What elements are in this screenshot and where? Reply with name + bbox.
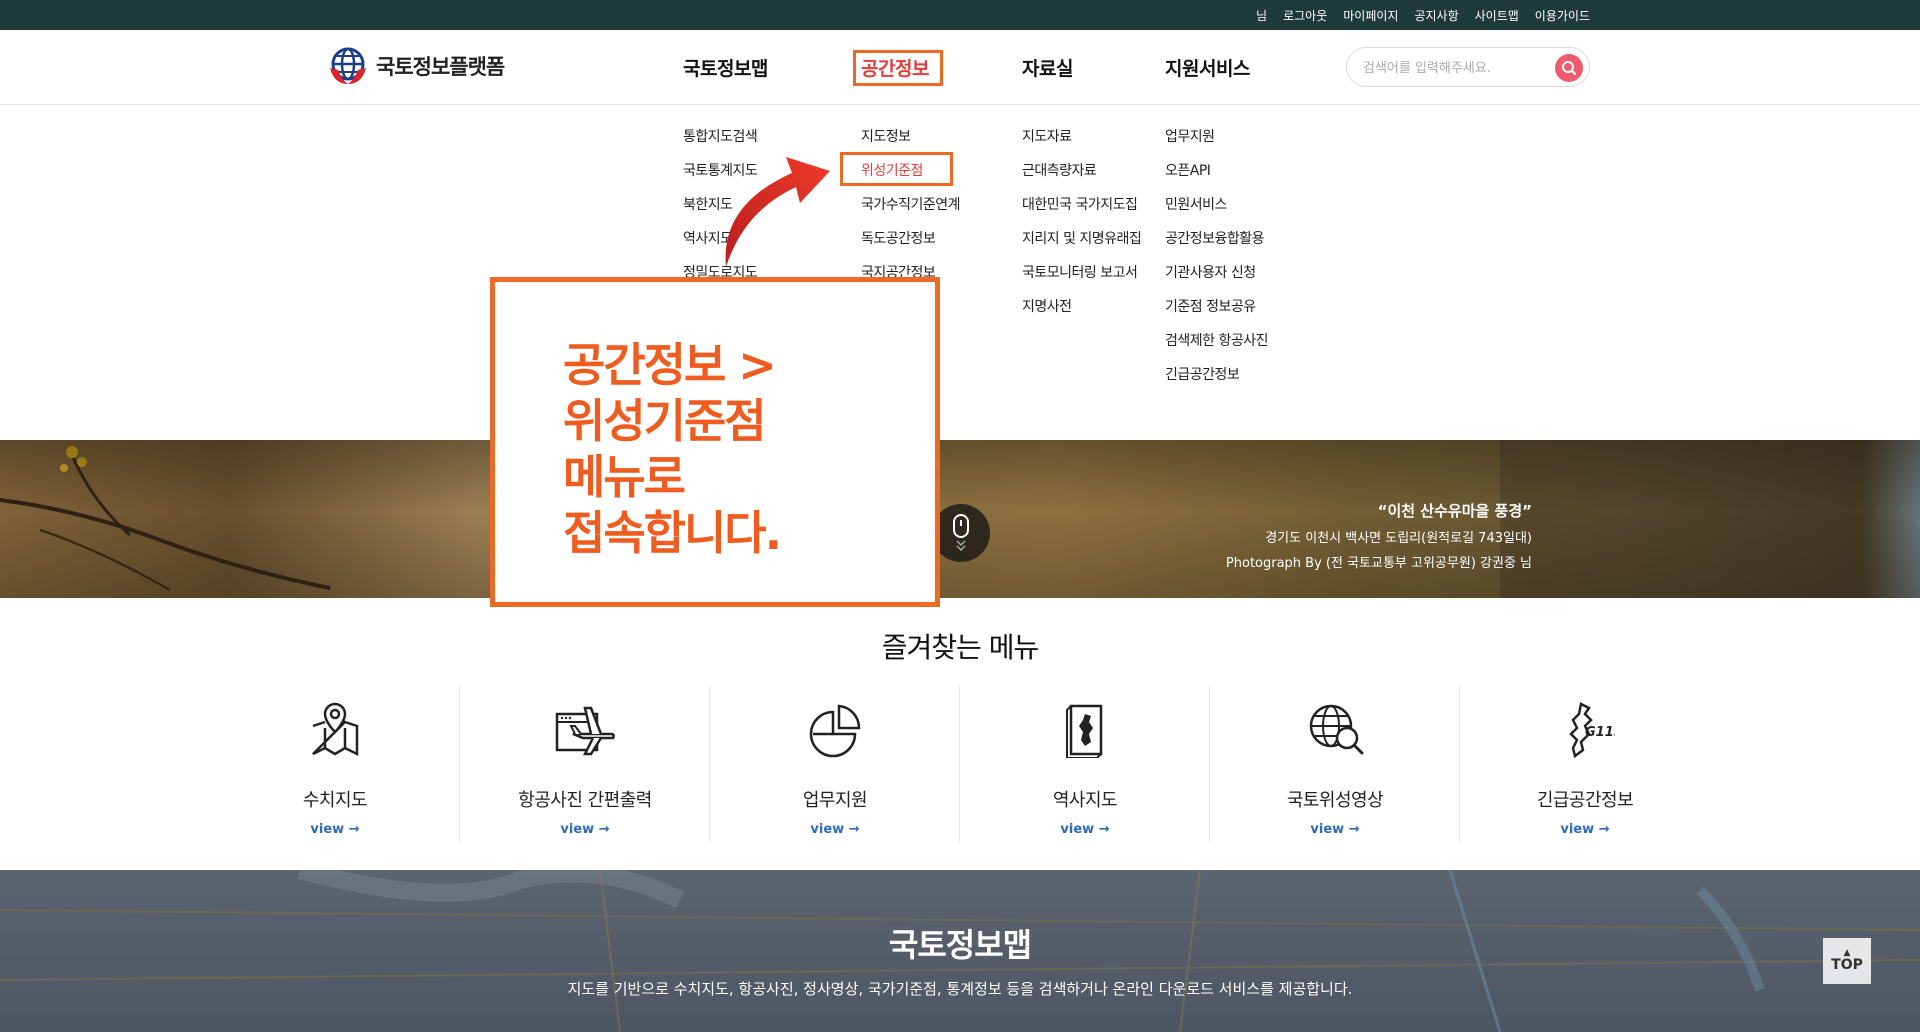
hero-caption-title: “이천 산수유마을 풍경”: [1377, 502, 1532, 520]
menu-monitoring-report[interactable]: 국토모니터링 보고서: [1022, 262, 1141, 296]
header: 국토정보플랫폼 국토정보맵 공간정보 자료실 지원서비스: [0, 30, 1920, 105]
menu-geography-book[interactable]: 지리지 및 지명유래집: [1022, 228, 1142, 262]
hero-banner: “이천 산수유마을 풍경” 경기도 이천시 백사면 도립리(원적로길 743일대…: [0, 440, 1920, 598]
national-map-description: 지도를 기반으로 수치지도, 항공사진, 정사영상, 국가기준점, 통계정보 등…: [567, 980, 1353, 998]
menu-restricted-photo[interactable]: 검색제한 항공사진: [1165, 330, 1269, 364]
favorite-view-link[interactable]: view →: [960, 822, 1210, 837]
favorites-title: 즐겨찾는 메뉴: [881, 631, 1039, 664]
korea-map-icon: [1066, 704, 1103, 758]
favorite-label: 국토위성영상: [1286, 790, 1384, 811]
annotation-line: 위성기준점: [563, 394, 767, 448]
emergency-map-icon: G119: [1569, 702, 1615, 758]
guide-link[interactable]: 이용가이드: [1535, 7, 1590, 24]
nav-spatial-info[interactable]: 공간정보: [861, 54, 929, 81]
menu-place-dictionary[interactable]: 지명사전: [1022, 296, 1141, 330]
nav-national-map[interactable]: 국토정보맵: [683, 54, 768, 81]
hero-caption: “이천 산수유마을 풍경” 경기도 이천시 백사면 도립리(원적로길 743일대…: [1226, 500, 1532, 577]
menu-emergency-info[interactable]: 긴급공간정보: [1165, 364, 1268, 398]
national-map-title: 국토정보맵: [888, 926, 1032, 964]
utility-links: 님 로그아웃 마이페이지 공지사항 사이트맵 이용가이드: [1256, 0, 1590, 30]
caret-up-icon: ▲: [1843, 948, 1851, 958]
menu-map-info[interactable]: 지도정보: [861, 126, 960, 160]
menu-reference-share[interactable]: 기준점 정보공유: [1165, 296, 1268, 330]
menu-agency-request[interactable]: 기관사용자 신청: [1165, 262, 1268, 296]
menu-spatial-fusion[interactable]: 공간정보융합활용: [1165, 228, 1268, 262]
menu-dokdo-info[interactable]: 독도공간정보: [861, 228, 960, 262]
annotation-line: 공간정보 >: [563, 338, 777, 392]
menu-civil-service[interactable]: 민원서비스: [1165, 194, 1268, 228]
favorite-aerial-photo[interactable]: 항공사진 간편출력 view →: [460, 686, 710, 842]
utility-bar: 님 로그아웃 마이페이지 공지사항 사이트맵 이용가이드: [0, 0, 1920, 30]
favorite-history-map[interactable]: 역사지도 view →: [960, 686, 1210, 842]
favorite-label: 수치지도: [302, 790, 368, 811]
top-button-label: TOP: [1831, 957, 1863, 973]
mouse-scroll-icon: [953, 514, 969, 552]
mega-col-library: 지도자료 근대측량자료 대한민국 국가지도집 지리지 및 지명유래집 국토모니터…: [1022, 126, 1142, 330]
favorite-view-link[interactable]: view →: [1210, 822, 1460, 837]
favorites-section: 즐겨찾는 메뉴 수치지도 view → 항공사진 간편출력 view → 업무지…: [0, 598, 1920, 870]
favorite-label: 항공사진 간편출력: [518, 790, 652, 811]
scroll-down-button[interactable]: [932, 504, 990, 562]
menu-satellite-reference-point[interactable]: 위성기준점: [861, 160, 960, 194]
annotation-line: 접속합니다.: [563, 506, 782, 560]
favorite-view-link[interactable]: view →: [1460, 822, 1710, 837]
nav-support-service[interactable]: 지원서비스: [1165, 54, 1250, 81]
favorite-view-link[interactable]: view →: [710, 822, 960, 837]
annotation-arrow-icon: [725, 157, 830, 267]
hero-caption-location: 경기도 이천시 백사면 도립리(원적로길 743일대): [1265, 531, 1532, 546]
favorites-list: 수치지도 view → 항공사진 간편출력 view → 업무지원 view →…: [210, 686, 1710, 842]
favorite-view-link[interactable]: view →: [460, 822, 710, 837]
menu-vertical-datum[interactable]: 국가수직기준연계: [861, 194, 961, 228]
sitemap-link[interactable]: 사이트맵: [1475, 7, 1519, 24]
globe-logo-icon: [330, 47, 366, 84]
national-map-section: 국토정보맵 지도를 기반으로 수치지도, 항공사진, 정사영상, 국가기준점, …: [0, 870, 1920, 1032]
annotation-box: 공간정보 > 위성기준점 메뉴로 접속합니다.: [490, 277, 940, 607]
logo-text: 국토정보플랫폼: [376, 55, 505, 79]
favorite-emergency-info[interactable]: G119 긴급공간정보 view →: [1460, 686, 1710, 842]
search-icon: [1562, 61, 1576, 75]
favorite-label: 긴급공간정보: [1536, 790, 1634, 811]
favorite-digital-map[interactable]: 수치지도 view →: [210, 686, 460, 842]
mypage-link[interactable]: 마이페이지: [1343, 7, 1398, 24]
map-pin-icon: [312, 702, 359, 757]
favorite-work-support[interactable]: 업무지원 view →: [710, 686, 960, 842]
search-input[interactable]: [1363, 57, 1543, 79]
menu-open-api[interactable]: 오픈API: [1165, 160, 1268, 194]
menu-modern-survey[interactable]: 근대측량자료: [1022, 160, 1141, 194]
logout-link[interactable]: 로그아웃: [1283, 7, 1327, 24]
globe-search-icon: [1309, 704, 1364, 755]
menu-map-data[interactable]: 지도자료: [1022, 126, 1141, 160]
favorite-label: 업무지원: [802, 790, 868, 811]
logo[interactable]: 국토정보플랫폼: [328, 46, 505, 86]
user-name: 님: [1256, 8, 1268, 23]
airplane-icon: [555, 706, 615, 756]
search-box: [1346, 47, 1590, 87]
annotation-text: 공간정보 > 위성기준점 메뉴로 접속합니다.: [563, 337, 782, 561]
favorite-view-link[interactable]: view →: [210, 822, 460, 837]
menu-work-support[interactable]: 업무지원: [1165, 126, 1268, 160]
mega-menu: 통합지도검색 국토통계지도 북한지도 역사지도 정밀도로지도 지도정보 위성기준…: [0, 106, 1920, 440]
annotation-line: 메뉴로: [563, 450, 686, 504]
notice-link[interactable]: 공지사항: [1414, 7, 1458, 24]
g119-label: G119: [1585, 725, 1615, 740]
mega-col-support: 업무지원 오픈API 민원서비스 공간정보융합활용 기관사용자 신청 기준점 정…: [1165, 126, 1269, 398]
favorite-label: 역사지도: [1052, 790, 1118, 811]
menu-national-atlas[interactable]: 대한민국 국가지도집: [1022, 194, 1141, 228]
mega-col-spatial-info: 지도정보 위성기준점 국가수직기준연계 독도공간정보 국지공간정보: [861, 126, 961, 296]
top-button[interactable]: ▲ TOP: [1823, 938, 1871, 984]
hero-caption-credit: Photograph By (전 국토교통부 고위공무원) 강권중 님: [1225, 556, 1532, 571]
nav-library[interactable]: 자료실: [1022, 54, 1073, 81]
favorite-satellite-image[interactable]: 국토위성영상 view →: [1210, 686, 1460, 842]
search-button[interactable]: [1555, 54, 1583, 82]
pie-chart-icon: [809, 704, 861, 758]
